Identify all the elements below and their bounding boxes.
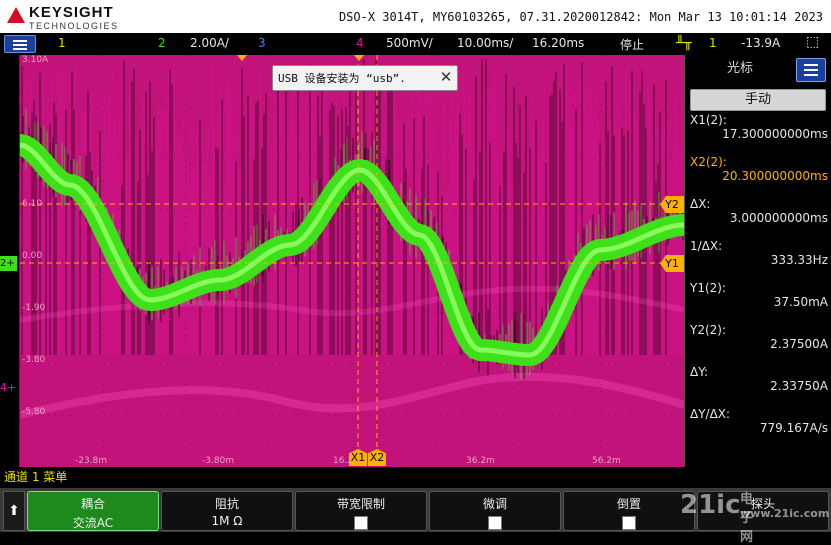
y2-value: 2.37500A xyxy=(770,337,828,351)
site-watermark: 21ic 电子网 www.21ic.com xyxy=(680,490,829,545)
coupling-softkey[interactable]: 耦合 交流AC xyxy=(27,491,159,531)
brand-name: KEYSIGHT xyxy=(29,4,114,21)
instrument-info: DSO-X 3014T, MY60103265, 07.31.202001284… xyxy=(338,10,823,24)
trigger-source: 1 xyxy=(709,36,717,50)
inv-dx-readout: 1/ΔX: 333.33Hz xyxy=(690,239,828,267)
dydx-label: ΔY/ΔX: xyxy=(690,407,731,421)
x1-label: X1(2): xyxy=(690,113,727,127)
cursor-menu-button[interactable] xyxy=(796,58,826,82)
cursor-mode-button[interactable]: 手动 xyxy=(690,89,826,111)
y-tick: 6.10 xyxy=(22,199,43,209)
watermark-bottom: www.21ic.com xyxy=(740,507,830,520)
x-tick: -3.80m xyxy=(202,456,235,466)
invert-softkey[interactable]: 倒置 xyxy=(563,491,695,531)
time-delay: 16.20ms xyxy=(532,36,585,50)
ch2-scale: 2.00A/ xyxy=(190,36,229,50)
fine-checkbox[interactable] xyxy=(488,516,502,530)
y1-label: Y1(2): xyxy=(690,281,727,295)
y-tick: -5.80 xyxy=(22,407,46,417)
keysight-wave-icon xyxy=(7,7,25,23)
x1-readout: X1(2): 17.300000000ms xyxy=(690,113,828,141)
top-header: KEYSIGHT TECHNOLOGIES DSO-X 3014T, MY601… xyxy=(0,0,831,33)
dy-label: ΔY: xyxy=(690,365,708,379)
y-tick: 0.00 xyxy=(22,251,43,261)
keysight-logo: KEYSIGHT TECHNOLOGIES xyxy=(7,3,137,31)
trigger-edge-icon: ╨╥ xyxy=(676,36,692,51)
run-state: 停止 xyxy=(620,38,645,52)
back-up-button[interactable]: ⬆ xyxy=(3,491,25,531)
impedance-label: 阻抗 xyxy=(214,497,239,511)
inv-dx-label: 1/ΔX: xyxy=(690,239,723,253)
x2-label: X2(2): xyxy=(690,155,727,169)
fine-label: 微调 xyxy=(482,497,507,511)
y2-label: Y2(2): xyxy=(690,323,727,337)
ch4-ground-marker[interactable]: 4+ xyxy=(0,381,17,394)
impedance-softkey[interactable]: 阻抗 1M Ω xyxy=(161,491,293,531)
trigger-position-marker xyxy=(237,55,247,61)
coupling-value: 交流AC xyxy=(72,516,114,530)
dy-value: 2.33750A xyxy=(770,379,828,393)
delay-marker xyxy=(354,55,364,61)
acquisition-mode-icon: ⬚ xyxy=(806,34,820,50)
x-tick: 36.2m xyxy=(466,456,495,466)
ch4-scale: 500mV/ xyxy=(386,36,433,50)
status-bar: 1 2 2.00A/ 3 4 500mV/ 10.00ms/ 16.20ms 停… xyxy=(0,33,831,54)
ch1-indicator[interactable]: 1 xyxy=(58,36,66,50)
dx-readout: ΔX: 3.000000000ms xyxy=(690,197,828,225)
ch3-indicator[interactable]: 3 xyxy=(258,36,266,50)
ch4-ghost-trace xyxy=(20,372,684,419)
trigger-level: -13.9A xyxy=(741,36,781,50)
close-icon[interactable]: ✕ xyxy=(437,67,455,87)
dydx-value: 779.167A/s xyxy=(759,421,828,435)
ch2-indicator[interactable]: 2 xyxy=(158,36,166,50)
x2-readout: X2(2): 20.300000000ms xyxy=(690,155,828,183)
brand-subtitle: TECHNOLOGIES xyxy=(29,21,119,31)
channel-menu-title: 通道 1 菜单 xyxy=(0,467,831,487)
dx-value: 3.000000000ms xyxy=(729,211,828,225)
y1-value: 37.50mA xyxy=(773,295,828,309)
cursor-panel-title: 光标 xyxy=(726,61,753,76)
dydx-readout: ΔY/ΔX: 779.167A/s xyxy=(690,407,828,435)
fine-softkey[interactable]: 微调 xyxy=(429,491,561,531)
bandwidth-limit-label: 带宽限制 xyxy=(336,497,385,511)
dx-label: ΔX: xyxy=(690,197,711,211)
waveform-graticule[interactable]: 3.10A 6.10 0.00 -1.90 -3.80 -5.80 -23.8m… xyxy=(19,55,684,467)
inv-dx-value: 333.33Hz xyxy=(770,253,828,267)
y-tick: -3.80 xyxy=(22,355,46,365)
bandwidth-limit-checkbox[interactable] xyxy=(354,516,368,530)
ch4-indicator[interactable]: 4 xyxy=(356,36,364,50)
invert-checkbox[interactable] xyxy=(622,516,636,530)
usb-notification: USB 设备安装为 “usb”. ✕ xyxy=(272,65,458,91)
waveform-plot xyxy=(20,55,684,467)
y1-readout: Y1(2): 37.50mA xyxy=(690,281,828,309)
dy-readout: ΔY: 2.33750A xyxy=(690,365,828,393)
main-menu-button[interactable] xyxy=(4,35,36,53)
time-scale: 10.00ms/ xyxy=(457,36,514,50)
ch2-ground-marker[interactable]: 2+ xyxy=(0,256,17,271)
watermark-main: 21ic xyxy=(680,490,741,520)
x-tick: 56.2m xyxy=(592,456,621,466)
bandwidth-limit-softkey[interactable]: 带宽限制 xyxy=(295,491,427,531)
y-tick-top: 3.10A xyxy=(22,55,49,65)
x1-value: 17.300000000ms xyxy=(722,127,828,141)
invert-label: 倒置 xyxy=(616,497,641,511)
impedance-value: 1M Ω xyxy=(211,514,243,528)
x-tick: -23.8m xyxy=(75,456,108,466)
y-tick: -1.90 xyxy=(22,303,46,313)
y2-readout: Y2(2): 2.37500A xyxy=(690,323,828,351)
x2-value: 20.300000000ms xyxy=(722,169,828,183)
coupling-label: 耦合 xyxy=(80,497,105,511)
cursor-panel: 光标 手动 X1(2): 17.300000000ms X2(2): 20.30… xyxy=(684,55,831,467)
notification-text: USB 设备安装为 “usb”. xyxy=(278,72,406,85)
